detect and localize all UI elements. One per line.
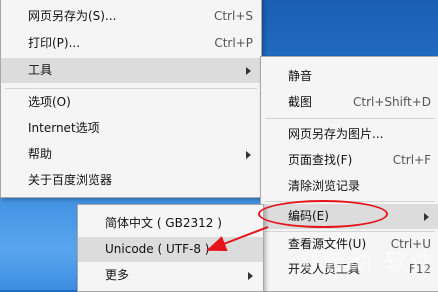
watermark: U启动 软件中心 (300, 248, 438, 276)
